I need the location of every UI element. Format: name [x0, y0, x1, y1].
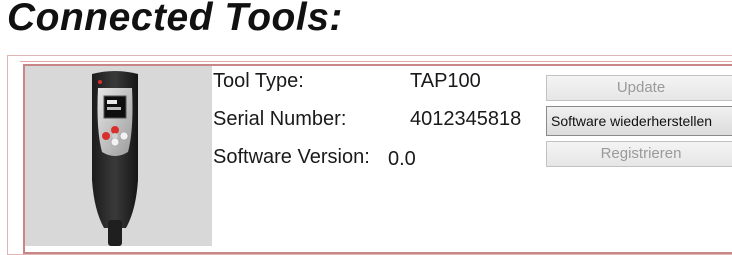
software-version-value: 0.0 [388, 148, 416, 170]
register-button[interactable]: Registrieren [546, 141, 732, 167]
page-title: Connected Tools: [7, 0, 343, 39]
divider [20, 61, 732, 62]
serial-number-value: 4012345818 [410, 108, 522, 130]
update-button[interactable]: Update [546, 75, 732, 101]
restore-software-button[interactable]: Software wiederherstellen [546, 106, 732, 136]
tool-type-value: TAP100 [410, 70, 481, 92]
serial-number-label: Serial Number: [213, 108, 347, 130]
tap100-device-icon [92, 71, 138, 246]
software-version-label: Software Version: [213, 146, 370, 168]
tool-type-label: Tool Type: [213, 70, 304, 92]
